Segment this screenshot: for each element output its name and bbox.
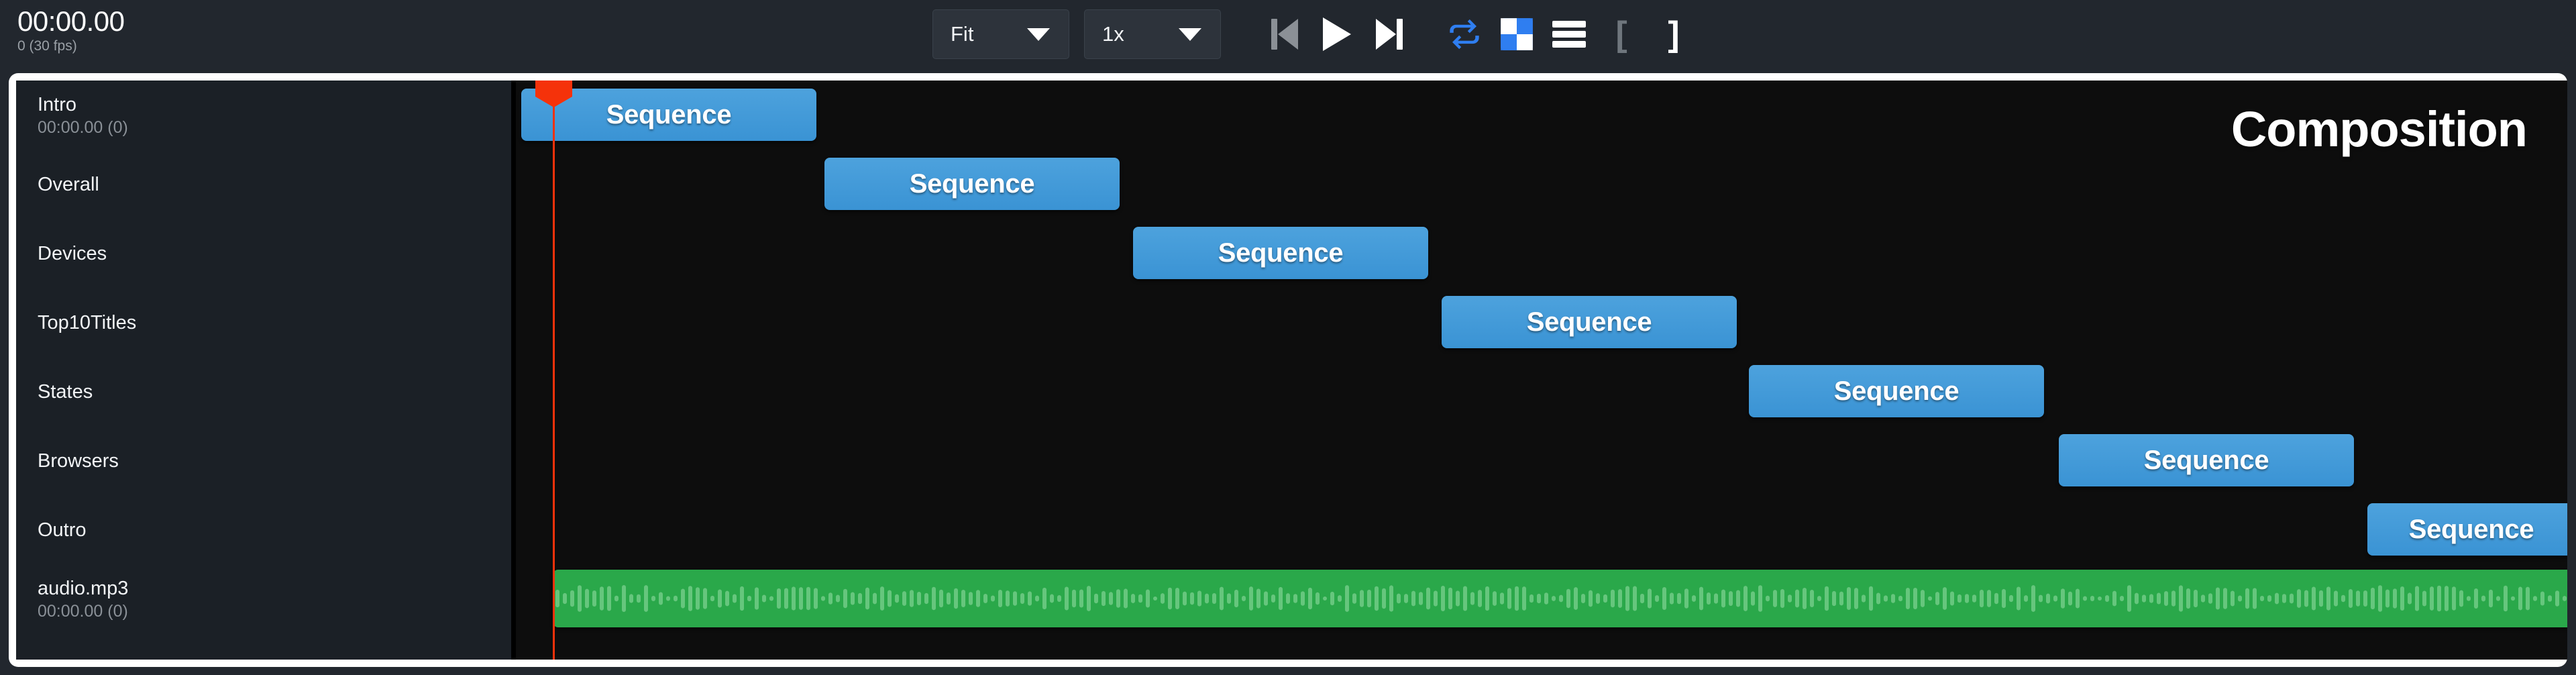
clip-label: Sequence <box>1218 238 1344 268</box>
skip-to-end-icon <box>1376 19 1403 50</box>
audio-waveform <box>555 585 2567 612</box>
playback-toolbar: Fit 1x [] <box>932 9 1700 60</box>
toolbar-bar: 00:00.00 0 (30 fps) Fit 1x [] <box>0 0 2576 70</box>
track-timecode: 00:00.00 (0) <box>38 601 128 621</box>
clip-label: Sequence <box>606 99 732 129</box>
sidebar-item-intro[interactable]: Intro 00:00.00 (0) <box>16 81 511 150</box>
track-name: Browsers <box>38 450 119 472</box>
playback-speed-select[interactable]: 1x <box>1084 9 1221 59</box>
remotion-studio-window: 00:00.00 0 (30 fps) Fit 1x [] Intro 00:… <box>0 0 2576 675</box>
checkerboard-icon <box>1501 18 1533 50</box>
sidebar-item-devices[interactable]: Devices <box>16 219 511 288</box>
track-name: States <box>38 380 93 403</box>
play-icon <box>1323 17 1351 51</box>
loop-button[interactable] <box>1438 11 1491 58</box>
skip-to-start-icon <box>1271 19 1298 50</box>
zoom-level-select[interactable]: Fit <box>932 9 1069 59</box>
clip-label: Sequence <box>1526 307 1652 337</box>
sidebar-item-overall[interactable]: Overall <box>16 150 511 219</box>
bracket-right-icon: ] <box>1668 15 1680 54</box>
sidebar-item-states[interactable]: States <box>16 357 511 426</box>
timeline-clip-sequence[interactable]: Sequence <box>1442 296 1737 348</box>
playhead[interactable] <box>535 81 572 660</box>
chevron-down-icon <box>1179 28 1201 41</box>
timeline-inner: Intro 00:00.00 (0) Overall Devices Top10Titl… <box>16 81 2567 660</box>
timeline-clip-sequence[interactable]: Sequence <box>1133 227 1428 279</box>
timeline-tracks-area[interactable]: Composition Sequence Sequence Sequence Sequ… <box>516 81 2567 660</box>
hamburger-menu-icon <box>1552 21 1586 48</box>
sidebar-item-audio-mp3[interactable]: audio.mp3 00:00.00 (0) <box>16 564 511 633</box>
timeline-clip-sequence[interactable]: Sequence <box>2059 434 2354 486</box>
clip-label: Sequence <box>909 168 1035 199</box>
transparency-toggle-button[interactable] <box>1491 11 1543 58</box>
track-name: Devices <box>38 242 107 264</box>
track-name: Overall <box>38 173 99 195</box>
frame-and-fps: 0 (30 fps) <box>17 38 77 54</box>
track-list-sidebar[interactable]: Intro 00:00.00 (0) Overall Devices Top10Titl… <box>16 81 516 660</box>
clip-label: Sequence <box>1833 376 1960 406</box>
timeline-panel: Intro 00:00.00 (0) Overall Devices Top10Titl… <box>9 73 2567 667</box>
track-timecode: 00:00.00 (0) <box>38 117 128 137</box>
bracket-left-icon: [ <box>1615 15 1627 54</box>
clip-label: Sequence <box>2408 514 2534 544</box>
zoom-level-value: Fit <box>951 22 974 46</box>
play-button[interactable] <box>1311 11 1363 58</box>
track-name: Intro <box>38 93 77 115</box>
transport-controls: [ ] <box>1258 11 1700 58</box>
timeline-clip-sequence[interactable]: Sequence <box>824 158 1120 210</box>
sidebar-item-outro[interactable]: Outro <box>16 495 511 564</box>
out-point-button[interactable]: ] <box>1648 11 1700 58</box>
chevron-down-icon <box>1027 28 1050 41</box>
timeline-clip-sequence[interactable]: Sequence <box>1749 365 2044 417</box>
in-point-button[interactable]: [ <box>1595 11 1648 58</box>
menu-button[interactable] <box>1543 11 1595 58</box>
current-timecode: 00:00.00 <box>17 5 125 37</box>
playback-speed-value: 1x <box>1102 22 1124 46</box>
timeline-clip-audio[interactable] <box>553 570 2567 627</box>
sidebar-item-top10titles[interactable]: Top10Titles <box>16 288 511 357</box>
skip-to-start-button[interactable] <box>1258 11 1311 58</box>
track-name: audio.mp3 <box>38 577 129 599</box>
loop-icon <box>1450 19 1479 50</box>
sidebar-item-browsers[interactable]: Browsers <box>16 426 511 495</box>
timeline-clip-sequence[interactable]: Sequence <box>2367 503 2567 556</box>
track-name: Top10Titles <box>38 311 137 333</box>
track-name: Outro <box>38 519 87 541</box>
skip-to-end-button[interactable] <box>1363 11 1415 58</box>
timecode-display: 00:00.00 0 (30 fps) <box>17 7 125 54</box>
page-title: Composition <box>2231 101 2528 157</box>
clip-label: Sequence <box>2143 445 2269 475</box>
